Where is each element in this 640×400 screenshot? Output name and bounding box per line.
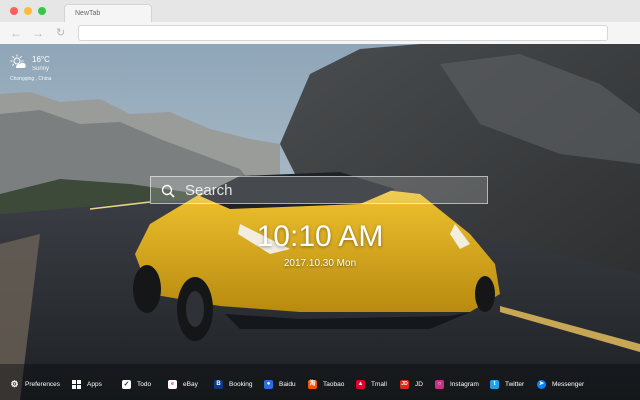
- shortcut-label: Todo: [137, 380, 152, 388]
- booking-icon: B: [214, 379, 223, 389]
- close-window-button[interactable]: [10, 7, 18, 15]
- temperature: 16°C: [32, 55, 50, 64]
- shortcut-label: Instagram: [450, 380, 479, 388]
- shortcut-tmall[interactable]: ▲ Tmall: [356, 379, 400, 389]
- gear-icon: ⚙: [10, 378, 19, 389]
- search-box[interactable]: [150, 176, 488, 204]
- shortcut-label: Tmall: [371, 380, 387, 388]
- shortcut-messenger[interactable]: ➤ Messenger: [537, 379, 589, 389]
- weather-location: Chongqing , China: [10, 76, 52, 82]
- back-arrow-icon[interactable]: ←: [10, 25, 22, 41]
- browser-tab[interactable]: NewTab: [64, 4, 152, 22]
- shortcut-label: Preferences: [25, 380, 61, 388]
- navigation-bar: ← → ↻: [0, 22, 640, 44]
- ebay-icon: e: [168, 379, 177, 389]
- grid-icon: [72, 379, 81, 389]
- maximize-window-button[interactable]: [38, 7, 46, 15]
- shortcut-label: Booking: [229, 380, 253, 388]
- shortcut-label: eBay: [183, 380, 198, 388]
- checkbox-icon: ✓: [122, 379, 131, 389]
- messenger-icon: ➤: [537, 379, 546, 389]
- shortcut-label: Baidu: [279, 380, 296, 388]
- clock-date: 2017.10.30 Mon: [283, 258, 357, 269]
- address-bar[interactable]: [78, 25, 608, 41]
- instagram-icon: ○: [435, 379, 444, 389]
- twitter-icon: t: [490, 379, 499, 389]
- shortcut-twitter[interactable]: t Twitter: [490, 379, 537, 389]
- clock-time: 10:10 AM: [256, 220, 384, 253]
- minimize-window-button[interactable]: [24, 7, 32, 15]
- shortcut-label: Taobao: [323, 380, 345, 388]
- bottom-shortcut-bar: ⚙ Preferences Apps ✓ Todo e eBay B Booki…: [0, 374, 640, 394]
- shortcut-todo[interactable]: ✓ Todo: [122, 379, 168, 389]
- shortcut-preferences[interactable]: ⚙ Preferences: [10, 378, 72, 389]
- jd-icon: JD: [400, 379, 409, 389]
- shortcut-label: Apps: [87, 380, 102, 388]
- shortcut-apps[interactable]: Apps: [72, 379, 122, 389]
- shortcut-label: Messenger: [552, 380, 585, 388]
- shortcut-ebay[interactable]: e eBay: [168, 379, 214, 389]
- tmall-icon: ▲: [356, 379, 365, 389]
- shortcut-jd[interactable]: JD JD: [400, 379, 435, 389]
- forward-arrow-icon[interactable]: →: [32, 25, 44, 41]
- taobao-icon: 淘: [308, 379, 317, 389]
- reload-icon[interactable]: ↻: [56, 25, 65, 41]
- partly-sunny-icon: [10, 54, 26, 68]
- search-input[interactable]: [185, 179, 475, 201]
- search-icon[interactable]: [161, 184, 175, 198]
- shortcut-label: Twitter: [505, 380, 525, 388]
- shortcut-taobao[interactable]: 淘 Taobao: [308, 379, 356, 389]
- shortcut-baidu[interactable]: ● Baidu: [264, 379, 308, 389]
- weather-condition: Sunny: [32, 66, 50, 72]
- shortcut-label: JD: [415, 380, 423, 388]
- tab-title: NewTab: [75, 10, 101, 17]
- window-controls: [10, 7, 46, 15]
- browser-chrome: NewTab ← → ↻: [0, 0, 640, 44]
- shortcut-instagram[interactable]: ○ Instagram: [435, 379, 490, 389]
- baidu-icon: ●: [264, 379, 273, 389]
- shortcut-booking[interactable]: B Booking: [214, 379, 264, 389]
